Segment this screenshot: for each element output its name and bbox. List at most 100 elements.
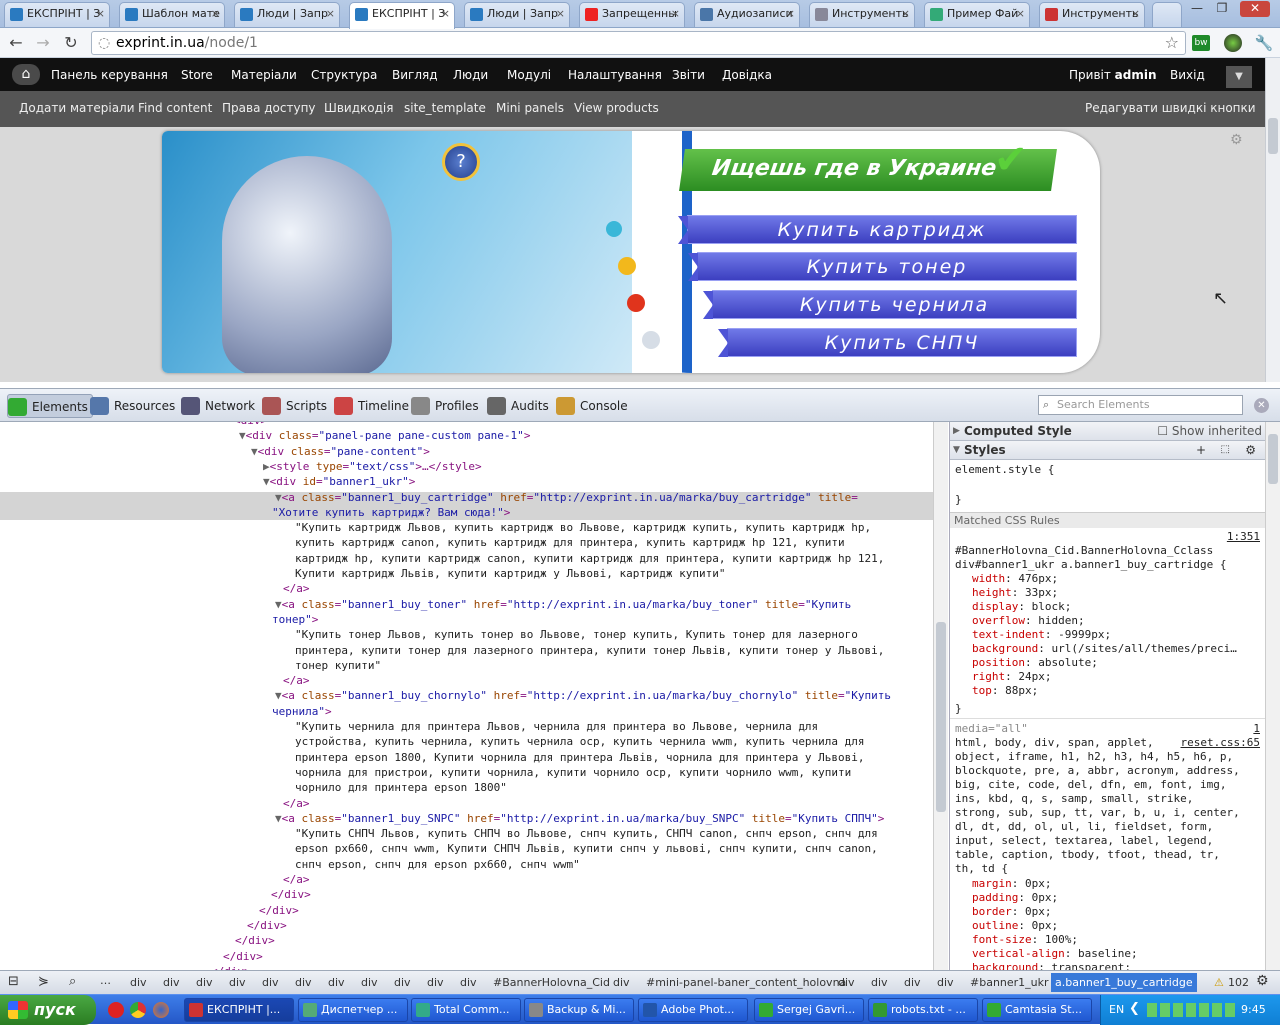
taskbar-item[interactable]: robots.txt - ... xyxy=(868,998,978,1022)
breadcrumb-item[interactable]: div xyxy=(937,976,954,989)
reload-icon[interactable]: ↻ xyxy=(60,33,82,53)
css-property[interactable]: position: absolute; xyxy=(972,656,1098,670)
shortcut-link[interactable]: Швидкодія xyxy=(324,101,393,115)
element-style-rule[interactable]: element.style { xyxy=(955,463,1054,477)
dom-node-line[interactable]: "Купить тонер Львов, купить тонер во Льв… xyxy=(295,628,858,642)
close-tab-icon[interactable]: × xyxy=(786,3,795,25)
extension-icon[interactable] xyxy=(1224,34,1242,52)
browser-tab[interactable]: Шаблон мате × xyxy=(119,2,225,27)
close-tab-icon[interactable]: × xyxy=(671,3,680,25)
taskbar-item[interactable]: ЕКСПРІНТ |... xyxy=(184,998,294,1022)
breadcrumb-item[interactable]: a.banner1_buy_cartridge xyxy=(1051,973,1197,992)
breadcrumb-item[interactable]: div xyxy=(328,976,345,989)
dom-node-line[interactable]: </div> xyxy=(259,904,299,918)
breadcrumb-item[interactable]: div xyxy=(295,976,312,989)
css-property[interactable]: display: block; xyxy=(972,600,1071,614)
browser-tab[interactable]: Аудиозаписи × xyxy=(694,2,800,27)
dom-node-line[interactable]: </a> xyxy=(283,674,310,688)
language-indicator[interactable]: EN xyxy=(1109,1003,1124,1016)
minimize-button[interactable]: — xyxy=(1185,1,1209,17)
dom-node-line[interactable]: "Купить чернила для принтера Львов, черн… xyxy=(295,720,818,734)
css-property[interactable]: vertical-align: baseline; xyxy=(972,947,1138,961)
styles-header[interactable]: ▼ Styles + ⬚ ⚙ xyxy=(950,441,1265,460)
breadcrumb-item[interactable]: #mini-panel-baner_content_holovna xyxy=(646,976,846,989)
breadcrumb-item[interactable]: div xyxy=(394,976,411,989)
dom-node-line[interactable]: снпч epson, снпч для epson px660, снпч w… xyxy=(295,858,580,872)
network-tab[interactable]: Network xyxy=(181,394,255,418)
dom-node-line[interactable]: чорнило для принтера epson 1800" xyxy=(295,781,507,795)
tray-icons[interactable] xyxy=(1147,1003,1237,1017)
taskbar-item[interactable]: Backup & Mi... xyxy=(524,998,634,1022)
breadcrumb-item[interactable]: div xyxy=(361,976,378,989)
user-link[interactable]: admin xyxy=(1115,68,1157,82)
css-property[interactable]: top: 88px; xyxy=(972,684,1038,698)
breadcrumb-item[interactable]: div xyxy=(262,976,279,989)
css-property[interactable]: background: url(/sites/all/themes/preci… xyxy=(972,642,1237,656)
home-icon[interactable]: ⌂ xyxy=(12,64,40,85)
browser-tab[interactable]: Запрещенны × xyxy=(579,2,685,27)
close-devtools-icon[interactable]: ✕ xyxy=(1254,398,1269,413)
admin-menu-item[interactable]: Store xyxy=(181,68,213,82)
opera-icon[interactable] xyxy=(108,1002,124,1018)
dom-node-line[interactable]: ▶<style type="text/css">…</style> xyxy=(263,460,482,474)
dom-node-line[interactable]: ▼<a class="banner1_buy_toner" href="http… xyxy=(275,598,851,612)
breadcrumb-item[interactable]: #BannerHolovna_Cid xyxy=(493,976,610,989)
dom-node-line[interactable]: Купити картридж Львів, купити картридж у… xyxy=(295,567,725,581)
edit-shortcuts-link[interactable]: Редагувати швидкі кнопки xyxy=(1085,101,1256,115)
dom-node-line[interactable]: купить картридж canon, купить картридж д… xyxy=(295,536,845,550)
gear-icon[interactable]: ⚙ xyxy=(1230,132,1243,148)
css-property[interactable]: margin: 0px; xyxy=(972,877,1052,891)
dom-node-line[interactable]: </div> xyxy=(235,934,275,948)
extension-icon[interactable]: bw xyxy=(1192,35,1210,51)
scroll-thumb[interactable] xyxy=(1268,434,1278,484)
breadcrumb-item[interactable]: div xyxy=(163,976,180,989)
breadcrumb-item[interactable]: div xyxy=(229,976,246,989)
admin-menu-item[interactable]: Матеріали xyxy=(231,68,297,82)
admin-menu-item[interactable]: Налаштування xyxy=(568,68,662,82)
dom-node-line[interactable]: epson px660, снпч wwm, Купити СНПЧ Львів… xyxy=(295,842,878,856)
dom-node-line[interactable]: ▼<div class="panel-pane pane-custom pane… xyxy=(239,429,530,443)
css-property[interactable]: height: 33px; xyxy=(972,586,1058,600)
taskbar-item[interactable]: Camtasia St... xyxy=(982,998,1092,1022)
css-property[interactable]: right: 24px; xyxy=(972,670,1052,684)
css-property[interactable]: background: transparent; xyxy=(972,961,1131,970)
dom-node-line[interactable]: "Хотите купить картридж? Вам сюда!"> xyxy=(272,506,510,520)
shortcut-link[interactable]: Mini panels xyxy=(496,101,564,115)
browser-tab[interactable]: Пример Фай × xyxy=(924,2,1030,27)
close-window-button[interactable]: ✕ xyxy=(1240,1,1270,17)
browser-tab[interactable]: ЕКСПРІНТ | З × xyxy=(4,2,110,27)
buy-ink-button[interactable]: Купить чернила xyxy=(703,290,1077,319)
dom-node-line[interactable]: ▼<a class="banner1_buy_chornylo" href="h… xyxy=(275,689,891,703)
profiles-tab[interactable]: Profiles xyxy=(411,394,479,418)
resources-tab[interactable]: Resources xyxy=(90,394,175,418)
address-bar[interactable]: ◌ exprint.in.ua/node/1 ☆ xyxy=(91,31,1186,55)
forward-arrow-icon[interactable]: → xyxy=(32,33,54,53)
dom-node-line[interactable]: ▼<a class="banner1_buy_cartridge" href="… xyxy=(275,491,858,505)
console-tab[interactable]: Console xyxy=(556,394,628,418)
admin-menu-item[interactable]: Люди xyxy=(453,68,488,82)
close-tab-icon[interactable]: × xyxy=(901,3,910,25)
css-property[interactable]: outline: 0px; xyxy=(972,919,1058,933)
admin-menu-item[interactable]: Структура xyxy=(311,68,377,82)
dom-node-line[interactable]: </a> xyxy=(283,873,310,887)
buy-cis-button[interactable]: Купить СНПЧ xyxy=(718,328,1077,357)
console-toggle-icon[interactable]: ⋟ xyxy=(38,974,49,989)
dom-node-line[interactable]: </div> xyxy=(223,950,263,964)
shortcut-link[interactable]: Права доступу xyxy=(222,101,316,115)
gear-icon[interactable]: ⚙ xyxy=(1245,441,1256,459)
dom-tree-scrollbar[interactable] xyxy=(933,422,948,970)
dom-node-line[interactable]: </a> xyxy=(283,582,310,596)
firefox-icon[interactable] xyxy=(153,1002,169,1018)
dom-node-line[interactable]: </div> xyxy=(247,919,287,933)
breadcrumb-item[interactable]: div xyxy=(130,976,147,989)
breadcrumb-item[interactable]: div xyxy=(871,976,888,989)
shortcut-link[interactable]: Додати матеріали xyxy=(19,101,135,115)
warning-count[interactable]: 102 xyxy=(1228,976,1249,989)
css-property[interactable]: border: 0px; xyxy=(972,905,1052,919)
bookmark-star-icon[interactable]: ☆ xyxy=(1165,32,1179,54)
close-tab-icon[interactable]: × xyxy=(441,3,450,25)
taskbar-item[interactable]: Диспетчер ... xyxy=(298,998,408,1022)
breadcrumb-item[interactable]: div xyxy=(613,976,630,989)
breadcrumb-item[interactable]: div xyxy=(427,976,444,989)
css-property[interactable]: overflow: hidden; xyxy=(972,614,1085,628)
